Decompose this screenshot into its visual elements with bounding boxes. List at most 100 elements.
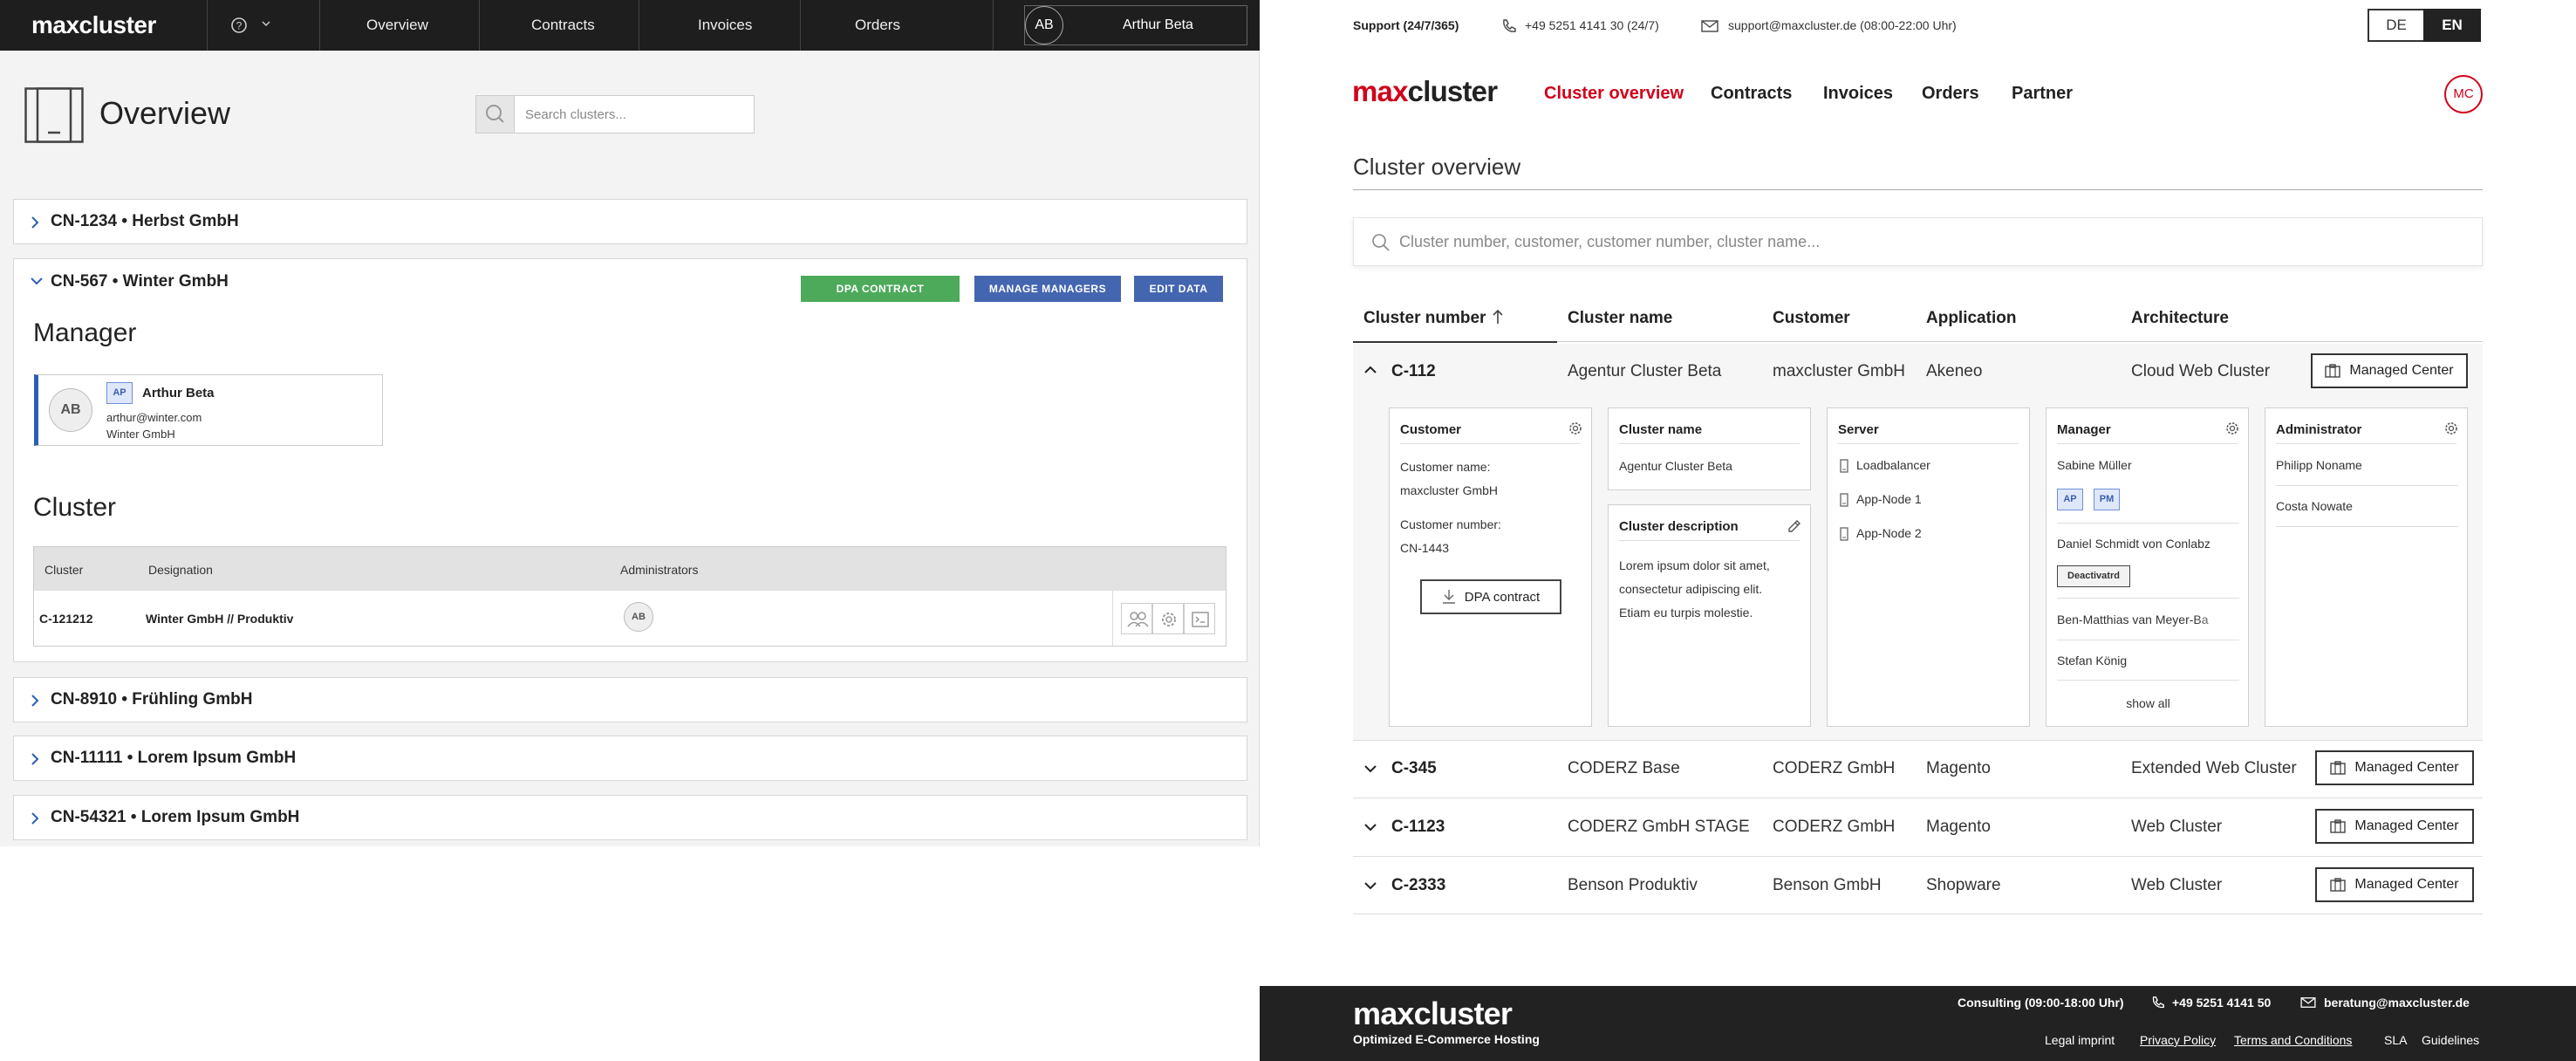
search-box[interactable]: Cluster number, customer, customer numbe… — [1353, 217, 2483, 266]
chevron-down-icon[interactable] — [1363, 880, 1377, 891]
nav-orders[interactable]: Orders — [855, 17, 900, 34]
edit-pencil-icon[interactable] — [1787, 518, 1802, 534]
cluster-architecture: Cloud Web Cluster — [2131, 362, 2271, 380]
column-header-cluster-number[interactable]: Cluster number — [1363, 309, 1486, 328]
show-all-link[interactable]: show all — [2046, 696, 2250, 710]
logo[interactable]: maxcluster — [1352, 75, 1498, 108]
admin-name[interactable]: Costa Nowate — [2276, 495, 2353, 518]
consulting-label: Consulting (09:00-18:00 Uhr) — [1958, 996, 2124, 1010]
cluster-number[interactable]: C-345 — [1391, 759, 1437, 778]
nav-cluster-overview[interactable]: Cluster overview — [1544, 84, 1684, 104]
server-item[interactable]: Loadbalancer — [1856, 454, 1930, 477]
footer: maxcluster Optimized E-Commerce Hosting … — [1260, 986, 2576, 1061]
accordion-herbst[interactable]: CN-1234 • Herbst GmbH — [13, 199, 1247, 244]
server-icon — [1840, 493, 1848, 507]
support-phone[interactable]: +49 5251 4141 30 (24/7) — [1525, 18, 1659, 32]
help-icon[interactable]: ? — [230, 17, 248, 34]
chevron-right-icon[interactable] — [30, 216, 40, 229]
footer-tagline: Optimized E-Commerce Hosting — [1353, 1032, 1540, 1046]
gear-icon[interactable] — [1568, 421, 1583, 436]
avatar[interactable]: MC — [2444, 75, 2483, 113]
link-terms[interactable]: Terms and Conditions — [2234, 1033, 2352, 1047]
accordion-title[interactable]: CN-11111 • Lorem Ipsum GmbH — [51, 749, 296, 768]
managed-center-button[interactable]: Managed Center — [2315, 750, 2474, 785]
manager-name[interactable]: Ben-Matthias van Meyer-Ba — [2057, 608, 2239, 632]
link-privacy-policy[interactable]: Privacy Policy — [2140, 1033, 2216, 1047]
column-header-application[interactable]: Application — [1926, 309, 2016, 328]
search-input[interactable]: Cluster number, customer, customer numbe… — [1399, 233, 1820, 251]
table-header: Cluster Designation Administrators — [33, 546, 1227, 592]
managed-center-button[interactable]: Managed Center — [2311, 353, 2468, 388]
accordion-title[interactable]: CN-54321 • Lorem Ipsum GmbH — [51, 808, 299, 827]
manager-name[interactable]: Sabine Müller — [2057, 454, 2132, 477]
nav-partner[interactable]: Partner — [2012, 84, 2073, 104]
link-guidelines[interactable]: Guidelines — [2422, 1033, 2479, 1047]
dpa-contract-button[interactable]: DPA contract — [1420, 579, 1561, 614]
lang-en-button[interactable]: EN — [2423, 9, 2481, 42]
accordion-winter: CN-567 • Winter GmbH DPA CONTRACT MANAGE… — [13, 258, 1247, 662]
cluster-number[interactable]: C-2333 — [1391, 876, 1445, 895]
cluster-customer: CODERZ GmbH — [1773, 759, 1896, 777]
manager-name[interactable]: Stefan König — [2057, 649, 2127, 673]
logo[interactable]: maxcluster — [31, 11, 156, 39]
nav-invoices[interactable]: Invoices — [698, 17, 752, 34]
accordion-title[interactable]: CN-567 • Winter GmbH — [51, 272, 229, 291]
cluster-number[interactable]: C-112 — [1391, 362, 1436, 381]
support-email[interactable]: support@maxcluster.de (08:00-22:00 Uhr) — [1728, 18, 1957, 32]
column-header-customer[interactable]: Customer — [1773, 309, 1850, 328]
search-input[interactable]: Search clusters... — [525, 107, 626, 122]
user-menu[interactable]: AB Arthur Beta — [1024, 5, 1247, 45]
nav-contracts[interactable]: Contracts — [1711, 84, 1792, 104]
chevron-down-icon[interactable] — [262, 21, 270, 28]
nav-invoices[interactable]: Invoices — [1823, 84, 1893, 104]
accordion-lorem-2[interactable]: CN-54321 • Lorem Ipsum GmbH — [13, 795, 1247, 840]
admin-name[interactable]: Philipp Noname — [2276, 454, 2362, 477]
server-item[interactable]: App-Node 2 — [1856, 522, 1922, 545]
chevron-right-icon[interactable] — [30, 811, 40, 825]
chevron-up-icon[interactable] — [1363, 365, 1377, 375]
nav-orders[interactable]: Orders — [1922, 84, 1979, 104]
link-legal-imprint[interactable]: Legal imprint — [2045, 1033, 2115, 1047]
cluster-name-value: Agentur Cluster Beta — [1619, 459, 1732, 473]
accordion-fruehling[interactable]: CN-8910 • Frühling GmbH — [13, 677, 1247, 722]
chevron-down-icon[interactable] — [30, 276, 44, 286]
nav-overview[interactable]: Overview — [366, 17, 428, 34]
search-box[interactable]: Search clusters... — [475, 95, 755, 133]
lang-de-button[interactable]: DE — [2368, 9, 2425, 42]
column-header-architecture[interactable]: Architecture — [2131, 309, 2229, 328]
button-label: Managed Center — [2354, 877, 2459, 892]
manager-name[interactable]: Daniel Schmidt von Conlabz — [2057, 532, 2239, 556]
footer-email[interactable]: beratung@maxcluster.de — [2324, 996, 2470, 1010]
cluster-number[interactable]: C-1123 — [1391, 818, 1445, 837]
gear-icon[interactable] — [1152, 603, 1184, 634]
chevron-down-icon[interactable] — [1363, 822, 1377, 832]
cluster-designation: Winter GmbH // Produktiv — [146, 612, 294, 626]
gear-icon[interactable] — [2443, 421, 2459, 436]
card-title: Manager — [2057, 422, 2111, 437]
chevron-down-icon[interactable] — [1363, 763, 1377, 774]
table-row[interactable]: C-121212 Winter GmbH // Produktiv AB — [33, 591, 1227, 647]
dpa-contract-button[interactable]: DPA CONTRACT — [801, 276, 960, 302]
accordion-title[interactable]: CN-8910 • Frühling GmbH — [51, 690, 253, 709]
manager-card[interactable]: AB AP Arthur Beta arthur@winter.com Wint… — [34, 374, 383, 446]
column-header-cluster-name[interactable]: Cluster name — [1568, 309, 1672, 328]
nav-contracts[interactable]: Contracts — [531, 17, 595, 34]
users-icon[interactable] — [1121, 603, 1152, 634]
gear-icon[interactable] — [2224, 421, 2240, 436]
terminal-icon[interactable] — [1184, 603, 1215, 634]
chevron-right-icon[interactable] — [30, 694, 40, 708]
edit-data-button[interactable]: EDIT DATA — [1134, 276, 1223, 302]
footer-phone[interactable]: +49 5251 4141 50 — [2172, 996, 2271, 1010]
cluster-customer: maxcluster GmbH — [1773, 362, 1906, 380]
link-sla[interactable]: SLA — [2384, 1033, 2407, 1047]
sort-arrow-up-icon[interactable] — [1492, 308, 1504, 325]
managed-center-button[interactable]: Managed Center — [2315, 809, 2474, 844]
search-icon[interactable] — [476, 96, 515, 133]
accordion-title[interactable]: CN-1234 • Herbst GmbH — [51, 212, 239, 231]
chevron-right-icon[interactable] — [30, 752, 40, 766]
footer-logo[interactable]: maxcluster — [1353, 996, 1513, 1032]
managed-center-button[interactable]: Managed Center — [2315, 867, 2474, 902]
manage-managers-button[interactable]: MANAGE MANAGERS — [974, 276, 1121, 302]
server-item[interactable]: App-Node 1 — [1856, 488, 1922, 511]
accordion-lorem-1[interactable]: CN-11111 • Lorem Ipsum GmbH — [13, 736, 1247, 781]
